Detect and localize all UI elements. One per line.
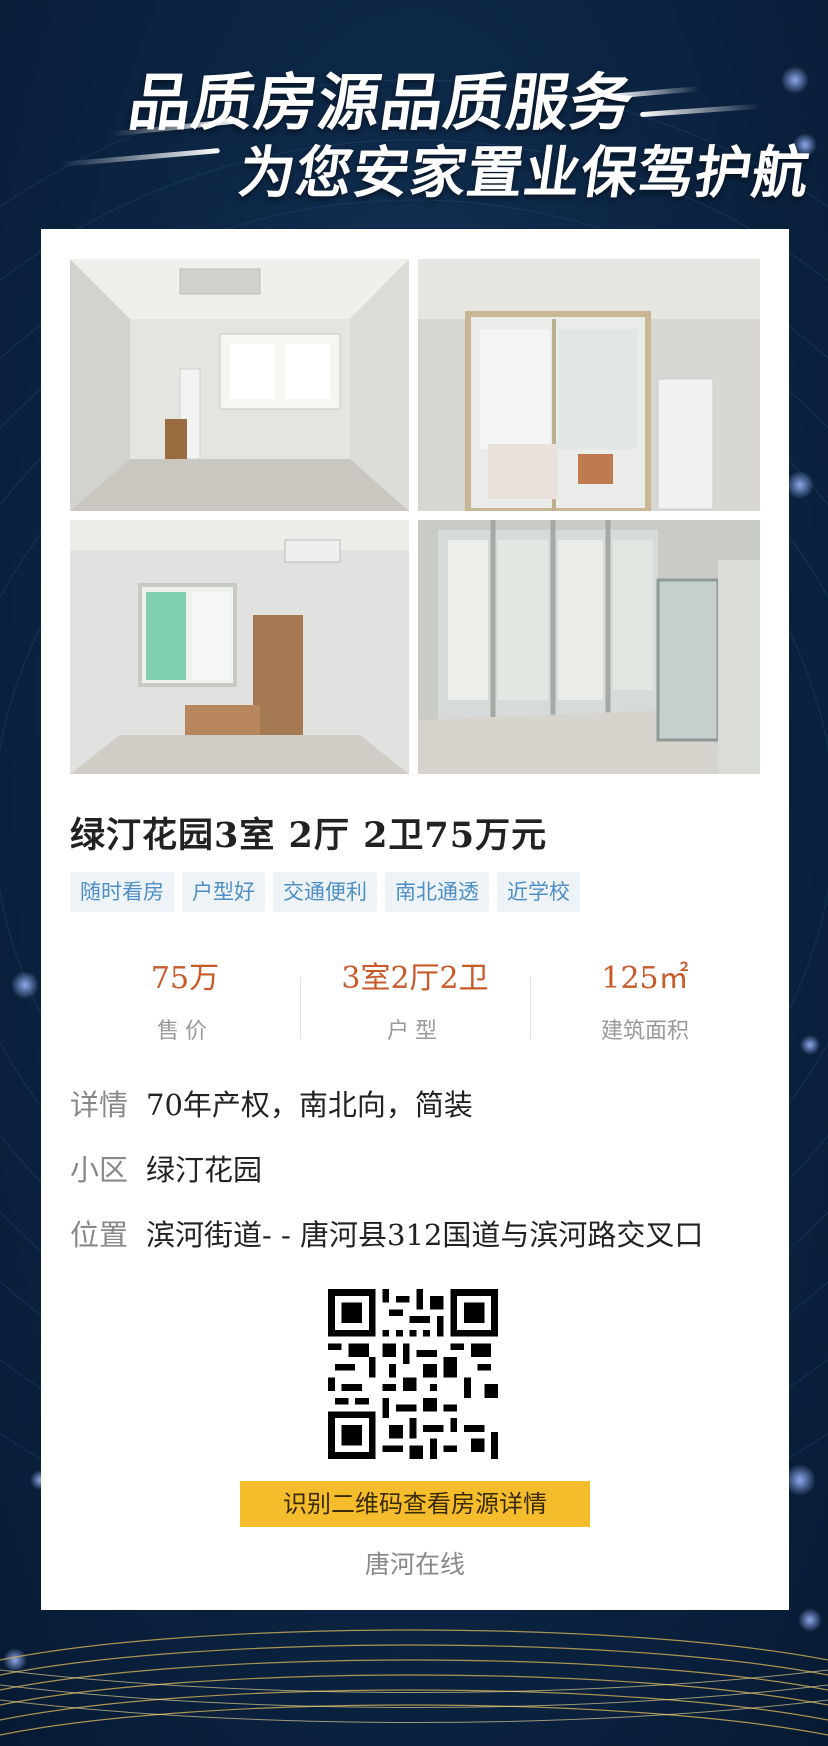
stat-price: 75万 售价 [70,957,300,1045]
photo-balcony[interactable] [418,520,760,774]
tag-layout: 户型好 [182,872,265,912]
scan-qr-cta[interactable]: 识别二维码查看房源详情 [240,1481,590,1527]
community-row: 小区 绿汀花园 [70,1147,262,1189]
headline-banner: 品质房源品质服务 为您安家置业保驾护航 [0,30,828,210]
stat-price-label: 售价 [156,1019,213,1044]
location-value: 滨河街道- - 唐河县312国道与滨河路交叉口 [146,1218,704,1252]
stat-area-value: 125㎡ [601,961,689,996]
stat-layout: 3室2厅2卫 户型 [300,957,530,1045]
tag-viewing: 随时看房 [70,872,174,912]
location-row: 位置 滨河街道- - 唐河县312国道与滨河路交叉口 [70,1212,703,1254]
listing-card: 绿汀花园3室 2厅 2卫75万元 随时看房 户型好 交通便利 南北通透 近学校 75万 … [41,229,789,1610]
stat-layout-value: 3室2厅2卫 [341,961,489,996]
feature-tags: 随时看房 户型好 交通便利 南北通透 近学校 [70,872,588,912]
headline-streak [60,148,220,167]
qr-code-icon[interactable] [328,1289,498,1459]
photo-grid [70,259,760,774]
details-row: 详情 70年产权，南北向，简装 [70,1082,473,1124]
tag-school: 近学校 [497,872,580,912]
community-label: 小区 [70,1153,129,1187]
stat-area-label: 建筑面积 [600,1019,689,1044]
tag-orientation: 南北通透 [385,872,489,912]
photo-bedroom-sliding-door[interactable] [418,259,760,511]
details-label: 详情 [70,1088,129,1122]
bottom-wave-decoration [0,1629,828,1736]
brand-name: 唐河在线 [364,1550,465,1579]
location-label: 位置 [70,1218,129,1252]
key-stats: 75万 售价 3室2厅2卫 户型 125㎡ 建筑面积 [70,957,760,1057]
listing-title: 绿汀花园3室 2厅 2卫75万元 [70,815,548,856]
headline-streak [639,103,761,118]
stat-area: 125㎡ 建筑面积 [530,957,760,1045]
tag-transport: 交通便利 [273,872,377,912]
headline-line-2: 为您安家置业保驾护航 [234,141,814,206]
stat-price-value: 75万 [150,961,220,996]
stat-layout-label: 户型 [386,1019,443,1044]
details-value: 70年产权，南北向，简装 [146,1088,473,1122]
photo-living-room[interactable] [70,259,409,511]
photo-study-room[interactable] [70,520,409,774]
community-value: 绿汀花园 [146,1153,263,1187]
